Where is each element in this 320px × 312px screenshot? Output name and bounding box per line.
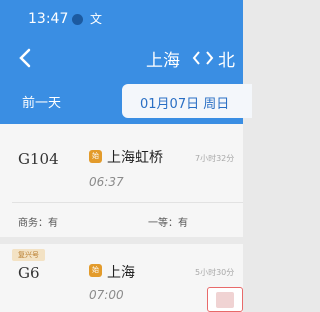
date-selector[interactable]: 01月07日 周日 (122, 84, 252, 118)
status-bar: 13:47 文 (0, 0, 243, 40)
back-button[interactable] (14, 46, 38, 70)
status-glyph: 文 (90, 12, 103, 26)
duration: 7小时32分 (195, 154, 235, 163)
header-bar: 13:47 文 上海 北 前一天 01月07日 周日 (0, 0, 252, 124)
route-to: 北 (218, 51, 235, 71)
notification-icon (72, 14, 83, 25)
seat-first: 一等：有 (148, 218, 188, 229)
filter-icon[interactable] (207, 287, 243, 312)
date-label: 01月07日 周日 (140, 97, 230, 112)
departure-station: 上海虹桥 (107, 150, 163, 166)
departure-station: 上海 (107, 265, 135, 281)
train-station-icon: 始 (89, 150, 102, 163)
train-number: G104 (18, 150, 59, 168)
status-time: 13:47 (28, 11, 69, 27)
route-title: 上海 北 (146, 44, 243, 72)
chevron-left-icon (19, 48, 31, 68)
train-number: G6 (18, 264, 40, 282)
departure-time: 06:37 (89, 175, 124, 189)
train-type-badge: 复兴号 (12, 249, 45, 261)
seat-business: 商务：有 (18, 218, 58, 229)
swap-arrows-icon[interactable] (192, 49, 214, 67)
departure-time: 07:00 (89, 288, 124, 302)
train-station-icon: 始 (89, 264, 102, 277)
divider (12, 202, 243, 203)
prev-day-button[interactable]: 前一天 (22, 92, 61, 111)
route-from: 上海 (146, 51, 180, 71)
duration: 5小时30分 (195, 268, 235, 277)
